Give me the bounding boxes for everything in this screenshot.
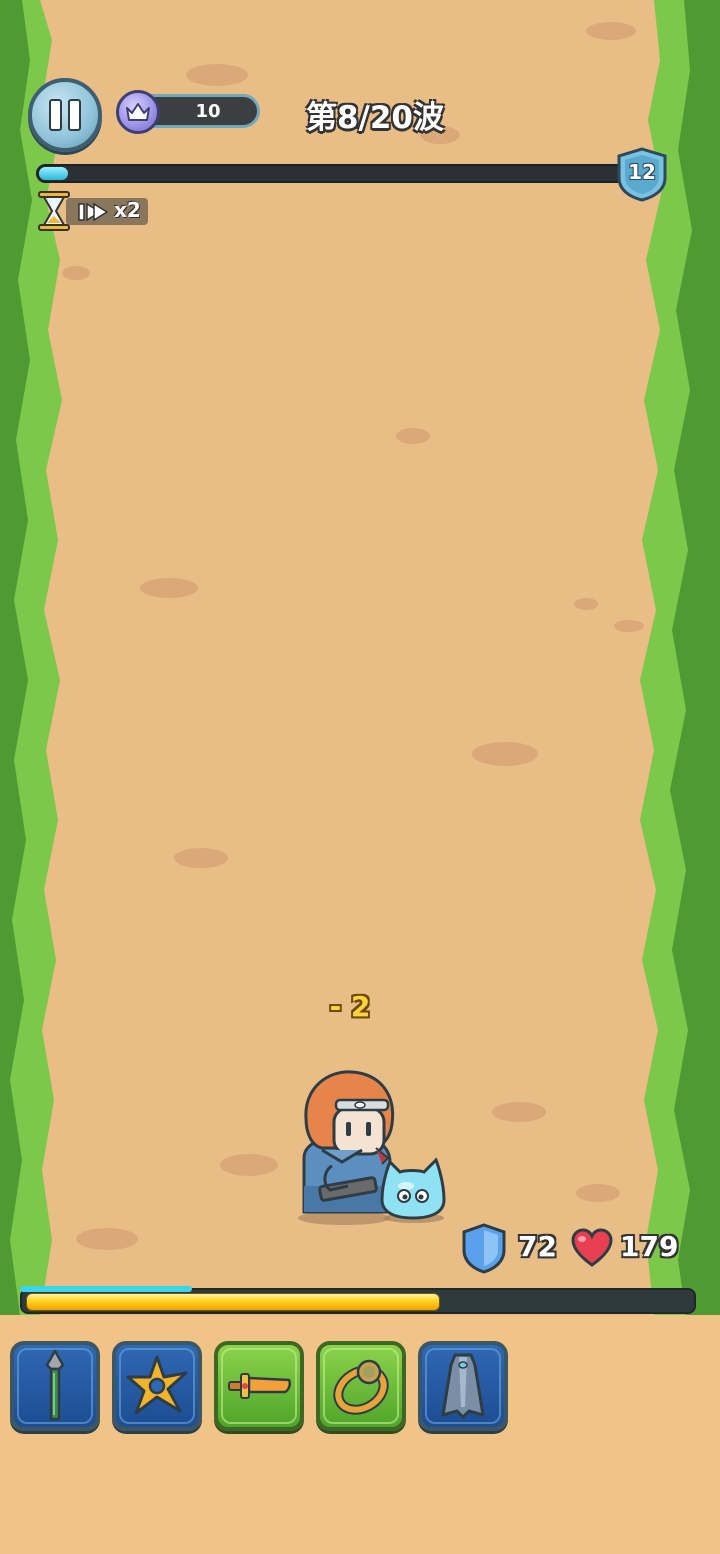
- speed-label: x2: [114, 198, 141, 222]
- player-hp-bar: [20, 1286, 696, 1314]
- wave-label: 第8/20波: [305, 100, 445, 136]
- dirt-spot: [492, 1102, 546, 1122]
- experience-strip: [20, 1286, 192, 1292]
- spear-icon: [45, 1349, 65, 1421]
- health-value: 179: [620, 1230, 679, 1263]
- skill-slot-ring[interactable]: [316, 1341, 406, 1431]
- skill-slot-spear[interactable]: [10, 1341, 100, 1431]
- pause-icon: [49, 99, 62, 131]
- dirt-spot: [614, 620, 644, 632]
- level-badge: 12: [614, 146, 670, 202]
- dirt-spot: [472, 742, 538, 766]
- slime-enemy: [380, 1157, 446, 1223]
- dirt-spot: [174, 848, 228, 868]
- cloak-icon: [441, 1353, 485, 1419]
- dirt-spot: [396, 428, 430, 444]
- dirt-spot: [576, 1184, 620, 1202]
- shuriken-icon: [126, 1355, 188, 1415]
- player-hp-fill: [26, 1293, 440, 1311]
- dirt-spot: [140, 578, 198, 598]
- shield-value: 72: [518, 1230, 557, 1263]
- dirt-spot: [62, 266, 90, 280]
- skill-slot-sword[interactable]: [214, 1341, 304, 1431]
- player-stats: 72 179: [460, 1222, 690, 1274]
- wave-progress-fill: [39, 167, 68, 180]
- wave-progress-bar: [36, 164, 626, 183]
- skill-slot-shuriken[interactable]: [112, 1341, 202, 1431]
- ring-icon: [333, 1359, 389, 1415]
- skill-bar: [0, 1315, 720, 1554]
- dirt-spot: [220, 1154, 278, 1176]
- heart-icon: [571, 1228, 613, 1267]
- speed-toggle[interactable]: x2: [36, 190, 148, 231]
- shield-icon: [462, 1223, 506, 1274]
- sword-icon: [228, 1373, 292, 1399]
- pause-icon: [68, 99, 81, 131]
- dirt-spot: [76, 1228, 138, 1250]
- dirt-spot: [186, 64, 248, 86]
- level-number: 12: [628, 160, 656, 184]
- skill-slot-cloak[interactable]: [418, 1341, 508, 1431]
- crown-icon: [116, 90, 160, 134]
- dirt-spot: [574, 598, 598, 610]
- damage-number: - 2: [329, 990, 371, 1023]
- hourglass-icon: [38, 191, 70, 231]
- fast-forward-icon: [78, 202, 108, 222]
- dirt-spot: [586, 22, 636, 40]
- crown-counter: 10: [116, 90, 262, 134]
- pause-button[interactable]: [28, 78, 102, 152]
